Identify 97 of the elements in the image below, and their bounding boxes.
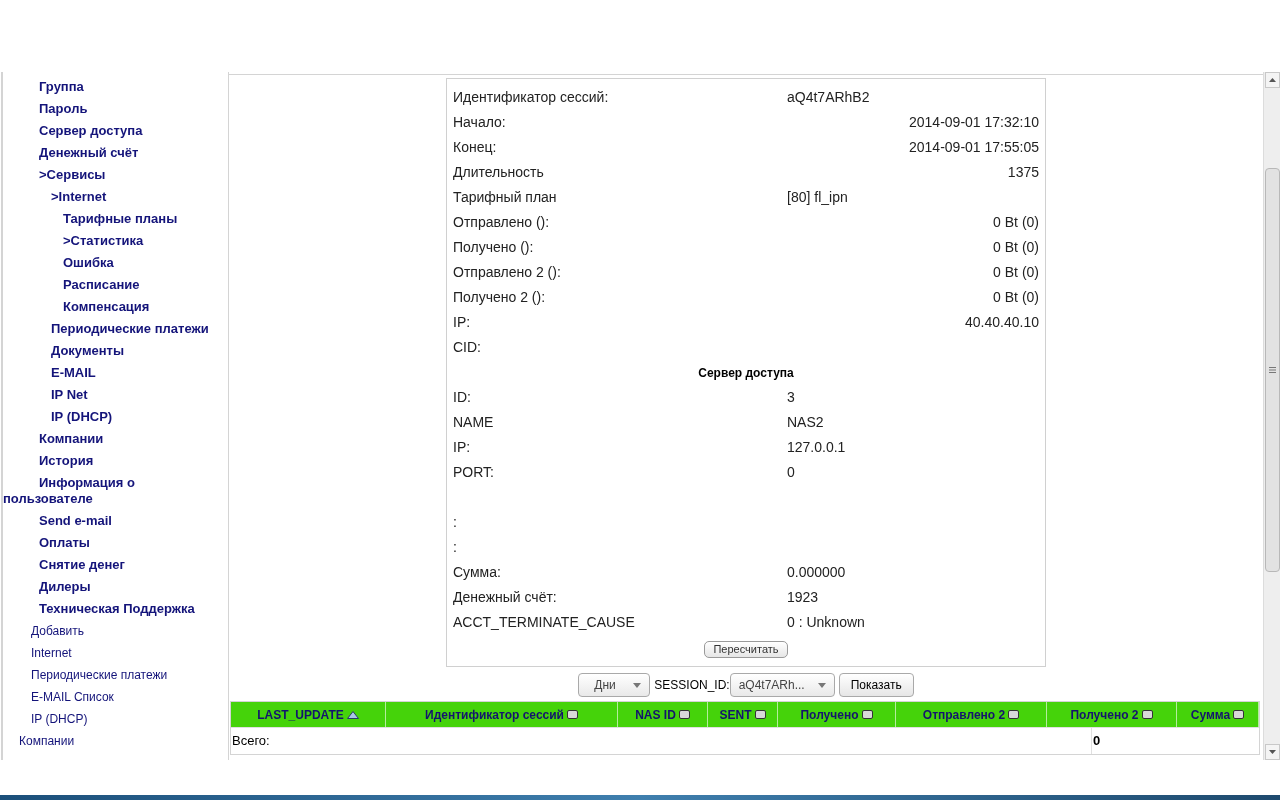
menu-link[interactable]: Компании [19, 730, 75, 752]
field-label: PORT: [453, 463, 495, 482]
menu-link[interactable]: Оплаты [39, 532, 90, 554]
field-label: NAME [453, 413, 495, 432]
field-value: aQ4t7ARhB2 [787, 88, 870, 107]
field-value: 2014-09-01 17:55:05 [909, 138, 1039, 157]
column-header[interactable]: Отправлено 2 [896, 702, 1047, 727]
field-label: Идентификатор сессий: [453, 88, 610, 107]
session-id-label: SESSION_ID: [654, 677, 730, 694]
menu-link[interactable]: Ошибка [63, 252, 114, 274]
menu-link[interactable]: Компании [39, 428, 104, 450]
field-value: 0.000000 [787, 563, 846, 582]
field-value: 0 [787, 463, 795, 482]
field-label: Отправлено (): [453, 213, 551, 232]
menu-link[interactable]: Периодические платежи [51, 318, 209, 340]
menu-link[interactable]: Техническая Поддержка [3, 598, 203, 620]
field-label: CID: [453, 338, 482, 357]
sort-toggle-icon[interactable] [567, 710, 578, 719]
field-label: IP: [453, 438, 472, 457]
sort-toggle-icon[interactable] [861, 710, 873, 719]
column-header[interactable]: SENT [708, 702, 778, 727]
menu-link[interactable]: Группа [39, 76, 84, 98]
total-label: Всего: [232, 732, 270, 751]
field-value: 0 Bt (0) [993, 288, 1039, 307]
caret-icon [633, 682, 642, 688]
menu-link[interactable]: >Статистика [63, 230, 144, 252]
menu-link[interactable]: Добавить [31, 620, 85, 642]
sort-toggle-icon[interactable] [1141, 710, 1153, 719]
recalculate-button[interactable]: Пересчитать [704, 641, 788, 658]
section-heading: Сервер доступа [698, 364, 794, 382]
sort-ascending-icon[interactable] [346, 710, 359, 719]
field-label: Тарифный план [453, 188, 558, 207]
menu-link[interactable]: IP (DHCP) [51, 406, 113, 428]
scroll-up-icon[interactable] [1264, 72, 1280, 88]
menu-link[interactable]: Internet [31, 642, 72, 664]
menu-link[interactable]: Снятие денег [39, 554, 125, 576]
field-value: 127.0.0.1 [787, 438, 846, 457]
column-header[interactable]: Сумма [1177, 702, 1259, 727]
menu-link[interactable]: Документы [51, 340, 125, 362]
menu-link[interactable]: IP Net [51, 384, 88, 406]
field-label: Длительность [453, 163, 545, 182]
field-label: Сумма: [453, 563, 502, 582]
show-button[interactable]: Показать [838, 673, 914, 697]
total-value: 0 [1093, 732, 1101, 751]
menu-link[interactable]: >Сервисы [39, 164, 106, 186]
menu-link[interactable]: Периодические платежи [31, 664, 168, 686]
sort-toggle-icon[interactable] [1008, 710, 1020, 719]
sort-toggle-icon[interactable] [754, 710, 766, 719]
menu-link[interactable]: >Internet [51, 186, 107, 208]
sort-toggle-icon[interactable] [1233, 710, 1245, 719]
field-label: : [453, 538, 458, 557]
field-label: Отправлено 2 (): [453, 263, 562, 282]
session-id-dropdown[interactable]: aQ4t7ARh... [729, 673, 835, 697]
scrollbar[interactable] [1263, 72, 1280, 760]
menu-link[interactable]: IP (DHCP) [31, 708, 88, 730]
column-header[interactable]: Получено [778, 702, 896, 727]
field-value: 0 : Unknown [787, 613, 865, 632]
menu-link[interactable]: Пароль [39, 98, 88, 120]
field-value: 0 Bt (0) [993, 213, 1039, 232]
field-value: 40.40.40.10 [965, 313, 1039, 332]
field-value: 0 Bt (0) [993, 263, 1039, 282]
field-value: 0 Bt (0) [993, 238, 1039, 257]
field-value: NAS2 [787, 413, 824, 432]
field-value: 1375 [1007, 163, 1039, 182]
field-label: Начало: [453, 113, 507, 132]
menu-link[interactable]: Сервер доступа [39, 120, 143, 142]
period-dropdown[interactable]: Дни [578, 673, 651, 697]
column-header[interactable]: Получено 2 [1047, 702, 1177, 727]
caret-icon [817, 682, 826, 688]
field-value: 2014-09-01 17:32:10 [909, 113, 1039, 132]
menu-link[interactable]: Тарифные планы [63, 208, 178, 230]
field-label: Денежный счёт: [453, 588, 558, 607]
menu-link[interactable]: Send e-mail [39, 510, 112, 532]
menu-link[interactable]: Денежный счёт [39, 142, 139, 164]
field-label: ACCT_TERMINATE_CAUSE [453, 613, 636, 632]
column-header[interactable]: LAST_UPDATE [231, 702, 386, 727]
field-value: 1923 [787, 588, 819, 607]
field-label: IP: [453, 313, 472, 332]
field-label: Конец: [453, 138, 498, 157]
menu-link[interactable]: Дилеры [39, 576, 91, 598]
field-label: ID: [453, 388, 472, 407]
scroll-down-icon[interactable] [1264, 744, 1280, 760]
column-header[interactable]: NAS ID [618, 702, 708, 727]
field-label: : [453, 513, 458, 532]
menu-link[interactable]: История [39, 450, 94, 472]
sort-toggle-icon[interactable] [678, 710, 690, 719]
column-header[interactable]: Идентификатор сессий [386, 702, 618, 727]
field-label: Получено (): [453, 238, 535, 257]
menu-link[interactable]: Информация о пользователе [3, 472, 203, 510]
menu-link[interactable]: E-MAIL Список [31, 686, 114, 708]
field-label: Получено 2 (): [453, 288, 547, 307]
field-value: [80] fl_ipn [787, 188, 848, 207]
menu-link[interactable]: E-MAIL [51, 362, 96, 384]
field-value: 3 [787, 388, 795, 407]
scroll-thumb[interactable] [1264, 168, 1280, 572]
menu-link[interactable]: Расписание [63, 274, 140, 296]
menu-link[interactable]: Компенсация [63, 296, 150, 318]
